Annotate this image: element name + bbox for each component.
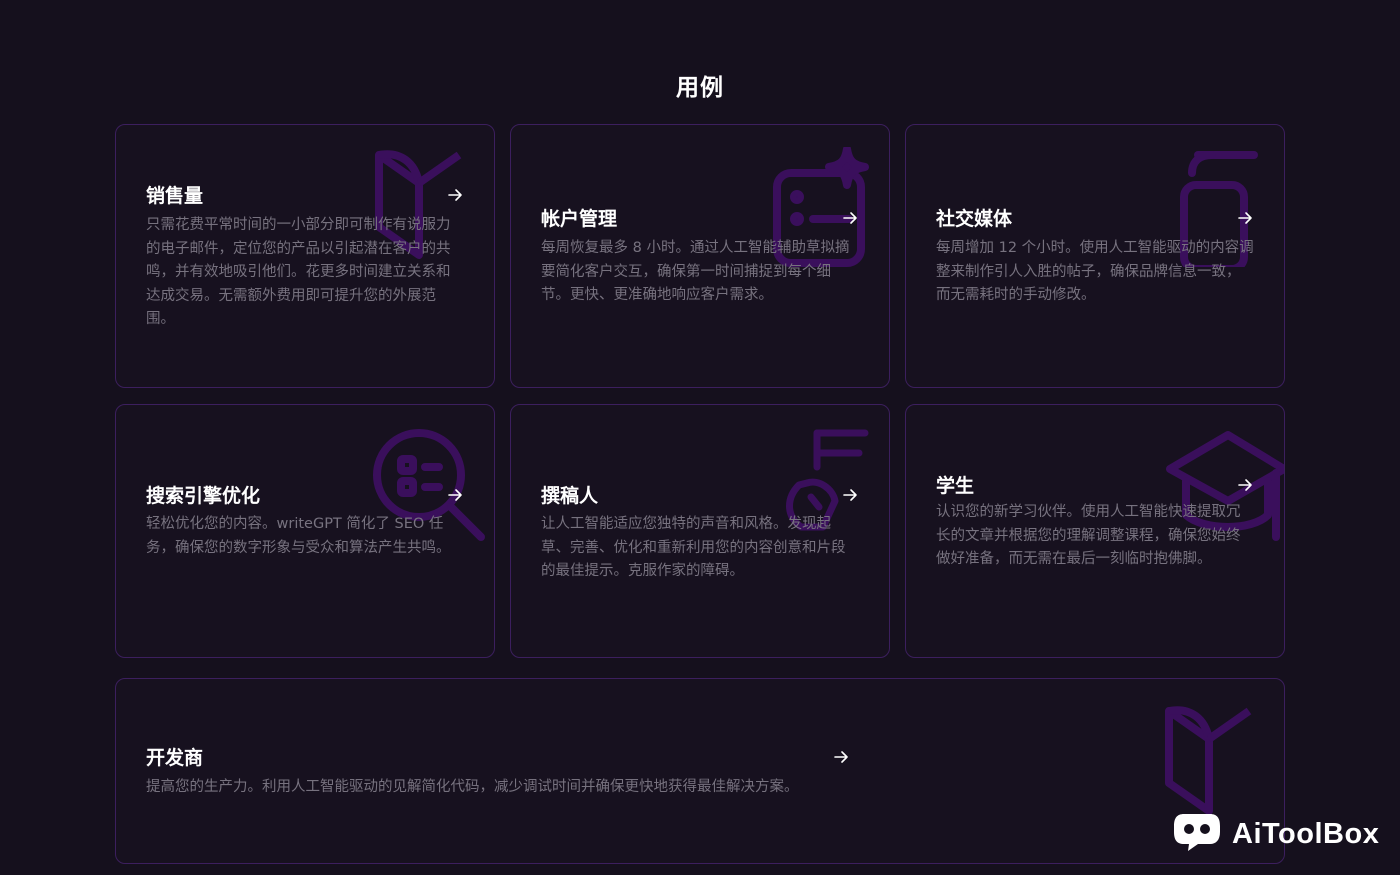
- card-title: 学生: [936, 475, 975, 497]
- arrow-right-icon[interactable]: [841, 209, 859, 227]
- card-title: 撰稿人: [541, 485, 599, 507]
- card-description: 每周恢复最多 8 小时。通过人工智能辅助草拟摘要简化客户交互，确保第一时间捕捉到…: [541, 240, 850, 303]
- chat-bubble-icon: [1172, 812, 1222, 856]
- card-title: 开发商: [146, 747, 204, 769]
- card-student[interactable]: 学生 认识您的新学习伙伴。使用人工智能快速提取冗长的文章并根据您的理解调整课程，…: [905, 404, 1285, 658]
- card-header: 销售量: [146, 181, 464, 208]
- card-header: 社交媒体: [936, 204, 1254, 231]
- card-title: 帐户管理: [541, 208, 618, 230]
- arrow-right-icon[interactable]: [1236, 209, 1254, 227]
- card-title: 销售量: [146, 185, 204, 207]
- card-description: 认识您的新学习伙伴。使用人工智能快速提取冗长的文章并根据您的理解调整课程，确保您…: [936, 504, 1241, 567]
- card-header: 学生: [936, 471, 1254, 498]
- book-icon: [1161, 703, 1281, 823]
- card-header: 开发商: [146, 743, 850, 770]
- card-copywriter[interactable]: 撰稿人 让人工智能适应您独特的声音和风格。发现起草、完善、优化和重新利用您的内容…: [510, 404, 890, 658]
- section-title: 用例: [676, 75, 724, 101]
- card-description: 让人工智能适应您独特的声音和风格。发现起草、完善、优化和重新利用您的内容创意和片…: [541, 516, 846, 579]
- card-seo[interactable]: 搜索引擎优化 轻松优化您的内容。writeGPT 简化了 SEO 任务，确保您的…: [115, 404, 495, 658]
- card-header: 搜索引擎优化: [146, 481, 464, 508]
- watermark-text: AiToolBox: [1232, 817, 1380, 850]
- card-description: 提高您的生产力。利用人工智能驱动的见解简化代码，减少调试时间并确保更快地获得最佳…: [146, 779, 799, 795]
- card-header: 帐户管理: [541, 204, 859, 231]
- arrow-right-icon[interactable]: [446, 186, 464, 204]
- use-cases-page: 用例 销售量 只需花费平常时间的一小部分即可制作有说服力的电子邮件，定位您的产品…: [0, 0, 1400, 875]
- card-description: 轻松优化您的内容。writeGPT 简化了 SEO 任务，确保您的数字形象与受众…: [146, 516, 451, 556]
- card-title: 搜索引擎优化: [146, 485, 261, 507]
- arrow-right-icon[interactable]: [446, 486, 464, 504]
- arrow-right-icon[interactable]: [841, 486, 859, 504]
- card-title: 社交媒体: [936, 208, 1013, 230]
- card-description: 只需花费平常时间的一小部分即可制作有说服力的电子邮件，定位您的产品以引起潜在客户…: [146, 217, 451, 327]
- arrow-right-icon[interactable]: [832, 748, 850, 766]
- card-social-media[interactable]: 社交媒体 每周增加 12 个小时。使用人工智能驱动的内容调整来制作引人入胜的帖子…: [905, 124, 1285, 388]
- arrow-right-icon[interactable]: [1236, 476, 1254, 494]
- card-account-management[interactable]: 帐户管理 每周恢复最多 8 小时。通过人工智能辅助草拟摘要简化客户交互，确保第一…: [510, 124, 890, 388]
- card-sales[interactable]: 销售量 只需花费平常时间的一小部分即可制作有说服力的电子邮件，定位您的产品以引起…: [115, 124, 495, 388]
- card-developer[interactable]: 开发商 提高您的生产力。利用人工智能驱动的见解简化代码，减少调试时间并确保更快地…: [115, 678, 1285, 864]
- card-description: 每周增加 12 个小时。使用人工智能驱动的内容调整来制作引人入胜的帖子，确保品牌…: [936, 240, 1254, 303]
- card-header: 撰稿人: [541, 481, 859, 508]
- watermark: AiToolBox: [1172, 812, 1379, 856]
